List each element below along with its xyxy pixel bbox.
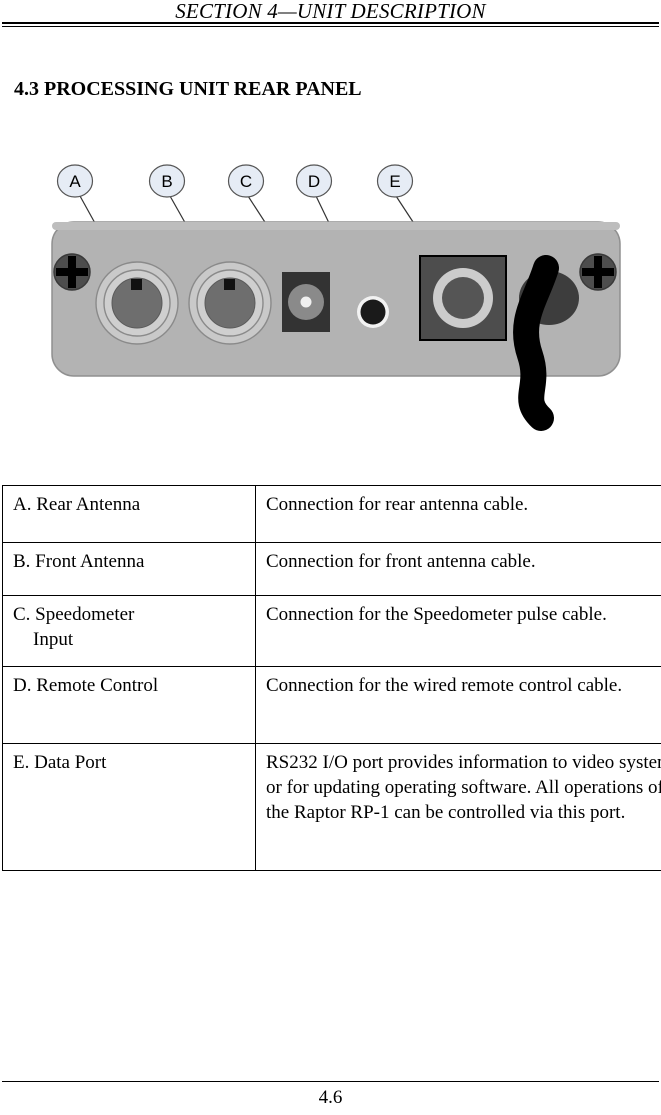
page-header-title: SECTION 4—UNIT DESCRIPTION [175, 0, 486, 23]
callout-c-label: C [240, 172, 252, 191]
rear-panel-connector-table: A. Rear Antenna Connection for rear ante… [2, 485, 661, 871]
item-label: D. Remote Control [13, 675, 159, 696]
table-row: B. Front Antenna Connection for front an… [2, 542, 661, 596]
callout-b-label: B [161, 172, 172, 191]
callout-b: B [148, 164, 186, 198]
description-text: RS232 I/O port provides information to v… [266, 752, 661, 823]
remote-control-connector [357, 296, 389, 328]
remote-control-jack [360, 299, 386, 325]
rear-antenna-key-notch [131, 279, 142, 290]
table-cell-item: A. Rear Antenna [2, 485, 256, 543]
front-antenna-connector [188, 261, 272, 345]
table-cell-description: RS232 I/O port provides information to v… [255, 743, 661, 871]
description-text: Connection for the wired remote control … [266, 675, 623, 696]
page-number: 4.6 [318, 1087, 343, 1108]
table-row: D. Remote Control Connection for the wir… [2, 666, 661, 744]
data-port-connector [419, 255, 507, 341]
item-label-continued: Input [33, 629, 74, 650]
table-cell-item: B. Front Antenna [2, 542, 256, 596]
item-label: B. Front Antenna [13, 551, 145, 572]
rear-antenna-connector [95, 261, 179, 345]
description-text: Connection for the Speedometer pulse cab… [266, 604, 607, 625]
rear-panel-figure: A B C D E [0, 150, 661, 450]
front-antenna-key-notch [224, 279, 235, 290]
item-label: A. Rear Antenna [13, 494, 141, 515]
screw-right-slot-horizontal [582, 268, 614, 276]
footer-rule [2, 1081, 659, 1082]
table-cell-description: Connection for the Speedometer pulse cab… [255, 595, 661, 667]
table-cell-description: Connection for front antenna cable. [255, 542, 661, 596]
data-port-inner [442, 277, 484, 319]
screw-left-slot-horizontal [56, 268, 88, 276]
screw-right [579, 253, 617, 291]
callout-c: C [227, 164, 265, 198]
description-text: Connection for rear antenna cable. [266, 494, 529, 515]
header-rule-thin [2, 26, 659, 27]
speedometer-input-pin [300, 296, 312, 308]
callout-d-label: D [308, 172, 320, 191]
panel-top-highlight [52, 222, 620, 230]
table-row: C. Speedometer Input Connection for the … [2, 595, 661, 667]
item-label: C. Speedometer [13, 604, 135, 625]
callout-e: E [376, 164, 414, 198]
table-row: A. Rear Antenna Connection for rear ante… [2, 485, 661, 543]
description-text: Connection for front antenna cable. [266, 551, 536, 572]
table-cell-description: Connection for rear antenna cable. [255, 485, 661, 543]
callout-d: D [295, 164, 333, 198]
table-cell-item: C. Speedometer Input [2, 595, 256, 667]
callout-a: A [56, 164, 94, 198]
table-cell-description: Connection for the wired remote control … [255, 666, 661, 744]
header-rule-thick [2, 22, 659, 24]
speedometer-input-connector [282, 272, 330, 332]
table-cell-item: D. Remote Control [2, 666, 256, 744]
screw-left [53, 253, 91, 291]
callout-e-label: E [389, 172, 400, 191]
section-heading: 4.3 PROCESSING UNIT REAR PANEL [14, 78, 362, 100]
callout-a-label: A [69, 172, 81, 191]
table-cell-item: E. Data Port [2, 743, 256, 871]
item-label: E. Data Port [13, 752, 107, 773]
table-row: E. Data Port RS232 I/O port provides inf… [2, 743, 661, 871]
